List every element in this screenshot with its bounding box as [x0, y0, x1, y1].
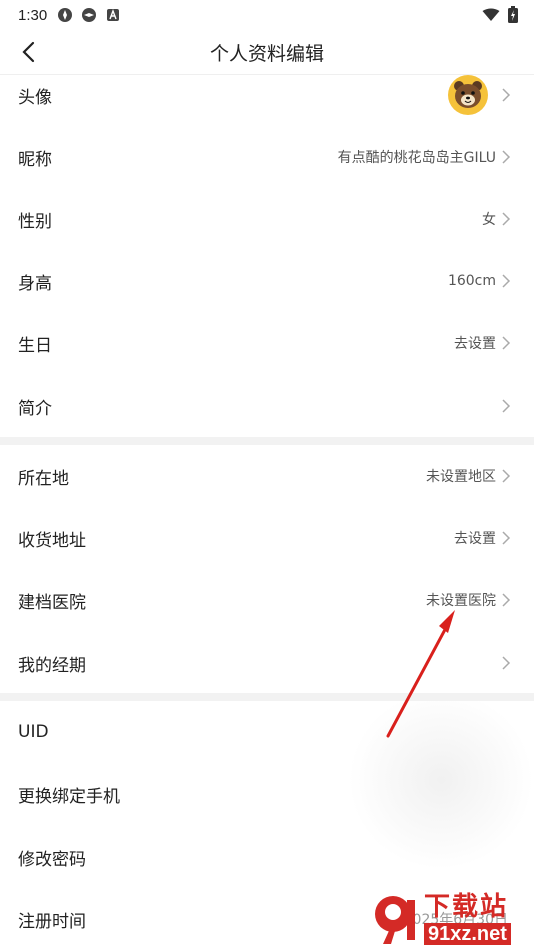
avatar — [448, 75, 488, 115]
row-value: 有点酷的桃花岛岛主GILU — [337, 150, 496, 166]
period-row[interactable]: 我的经期 — [0, 632, 534, 694]
section-divider — [0, 437, 534, 445]
app-notification-icon — [81, 7, 97, 23]
logo-badge-icon — [370, 891, 420, 947]
font-notification-icon — [105, 7, 121, 23]
chevron-right-icon — [500, 87, 512, 103]
app-notification-icon — [57, 7, 73, 23]
status-time: 1:30 — [18, 6, 48, 24]
watermark-blur — [348, 690, 534, 870]
wifi-icon — [482, 8, 500, 26]
row-label: 建档医院 — [18, 592, 86, 613]
shipping-address-row[interactable]: 收货地址 去设置 — [0, 507, 534, 569]
battery-icon — [508, 6, 518, 27]
row-value: 160cm — [447, 273, 496, 289]
row-label: 头像 — [18, 87, 52, 108]
row-value: 未设置医院 — [426, 593, 496, 609]
avatar-row[interactable]: 头像 — [0, 64, 534, 126]
height-row[interactable]: 身高 160cm — [0, 250, 534, 312]
row-label: 性别 — [18, 211, 52, 232]
row-label: 简介 — [18, 398, 52, 419]
chevron-right-icon — [500, 468, 512, 484]
chevron-right-icon — [500, 592, 512, 608]
chevron-right-icon — [500, 655, 512, 671]
chevron-right-icon — [500, 398, 512, 414]
watermark-logo: 下载站 91xz.net — [370, 888, 534, 950]
bio-row[interactable]: 简介 — [0, 375, 534, 437]
row-label: 我的经期 — [18, 655, 86, 676]
status-bar: 1:30 — [0, 0, 534, 30]
location-row[interactable]: 所在地 未设置地区 — [0, 445, 534, 507]
gender-row[interactable]: 性别 女 — [0, 188, 534, 250]
logo-main-text: 下载站 — [424, 892, 509, 922]
chevron-right-icon — [500, 273, 512, 289]
nickname-row[interactable]: 昵称 有点酷的桃花岛岛主GILU — [0, 126, 534, 188]
row-label: 收货地址 — [18, 530, 86, 551]
row-label: 昵称 — [18, 149, 52, 170]
row-value: 去设置 — [454, 531, 496, 547]
bear-avatar-icon — [454, 81, 482, 108]
row-value: 去设置 — [454, 336, 496, 352]
row-label: 所在地 — [18, 468, 69, 489]
row-value: 未设置地区 — [426, 469, 496, 485]
row-value: 女 — [482, 212, 496, 228]
row-label: 生日 — [18, 335, 52, 356]
chevron-right-icon — [500, 530, 512, 546]
page-title: 个人资料编辑 — [209, 42, 324, 65]
chevron-right-icon — [500, 211, 512, 227]
logo-sub-text: 91xz.net — [424, 923, 511, 945]
chevron-right-icon — [500, 335, 512, 351]
back-arrow-icon — [22, 41, 35, 63]
birthday-row[interactable]: 生日 去设置 — [0, 312, 534, 374]
chevron-right-icon — [500, 149, 512, 165]
row-label: 身高 — [18, 273, 52, 294]
row-label: 注册时间 — [18, 911, 86, 932]
hospital-row[interactable]: 建档医院 未设置医院 — [0, 569, 534, 631]
